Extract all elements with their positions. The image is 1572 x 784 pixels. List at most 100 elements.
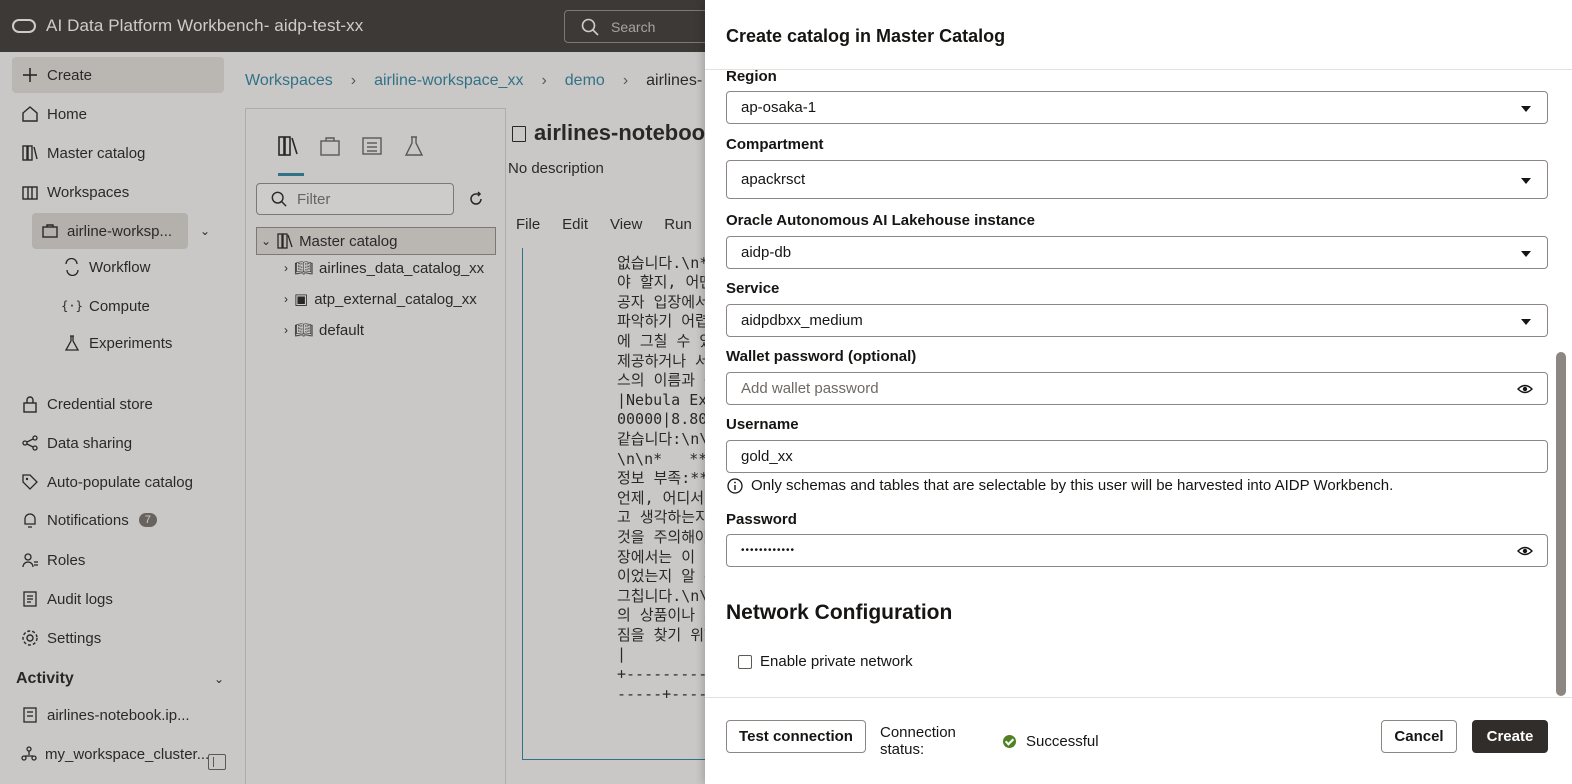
eye-icon[interactable] (1517, 544, 1533, 558)
region-label: Region (726, 68, 777, 85)
menu-run[interactable]: Run (664, 216, 692, 233)
network-configuration-title: Network Configuration (726, 601, 953, 624)
sidebar-item-experiments[interactable]: Experiments (54, 325, 224, 361)
catalog-icon (20, 143, 40, 163)
sidebar-item-data-sharing[interactable]: Data sharing (12, 425, 224, 461)
chevron-down-icon: ⌄ (261, 234, 272, 248)
sidebar-item-label: Master catalog (47, 144, 146, 162)
notebook-cell-output[interactable]: 없습니다.\n* 야 할지, 어떤 공자 입장에서 파악하기 어렵 에 그칠 수… (522, 248, 715, 760)
chevron-down-icon[interactable]: ⌄ (214, 672, 224, 686)
sidebar-item-settings[interactable]: Settings (12, 620, 224, 656)
drawer-scrollbar[interactable] (1556, 352, 1566, 696)
connection-status-label: Connection status: (880, 724, 956, 758)
compartment-select[interactable]: apackrsct (726, 160, 1548, 199)
wallet-password-field[interactable] (726, 372, 1548, 405)
collapse-sidebar-icon[interactable] (208, 754, 226, 770)
password-field[interactable]: •••••••••••• (726, 534, 1548, 567)
sidebar-item-master-catalog[interactable]: Master catalog (12, 135, 224, 171)
test-connection-button[interactable]: Test connection (726, 720, 866, 753)
wallet-password-input[interactable] (741, 380, 1481, 397)
chevron-down-icon[interactable]: ⌄ (200, 224, 210, 238)
tree-item-default[interactable]: › 📖︎ default (284, 321, 496, 340)
tree-item-label: atp_external_catalog_xx (314, 290, 477, 308)
breadcrumb-separator-icon: › (541, 72, 547, 89)
connection-status-value: Successful (1026, 733, 1099, 750)
sidebar-item-auto-populate-catalog[interactable]: Auto-populate catalog (12, 464, 224, 500)
search-icon (271, 191, 287, 207)
username-field[interactable]: gold_xx (726, 440, 1548, 473)
compute-icon: {·} (61, 299, 83, 313)
roles-icon (20, 550, 40, 570)
chevron-right-icon: › (284, 261, 288, 275)
refresh-icon[interactable] (468, 191, 484, 207)
breadcrumb-current: airlines- (646, 72, 703, 89)
book-icon: 📖︎ (294, 322, 314, 339)
menu-edit[interactable]: Edit (562, 216, 588, 233)
sidebar-item-label: airline-worksp... (67, 222, 173, 240)
breadcrumb-workspaces[interactable]: Workspaces (245, 72, 333, 90)
tree-item-master-catalog[interactable]: ⌄ Master catalog (256, 227, 496, 255)
menu-file[interactable]: File (516, 216, 540, 233)
menu-view[interactable]: View (610, 216, 642, 233)
region-select[interactable]: ap-osaka-1 (726, 91, 1548, 124)
create-label: Create (47, 66, 93, 84)
filter-box[interactable] (256, 183, 454, 215)
eye-icon[interactable] (1517, 382, 1533, 396)
notebook-menu: File Edit View Run (516, 216, 692, 233)
breadcrumb-demo[interactable]: demo (565, 72, 605, 90)
activity-item-cluster[interactable]: my_workspace_cluster... (12, 736, 209, 772)
username-value[interactable]: gold_xx (741, 448, 793, 465)
sidebar-item-label: Auto-populate catalog (47, 473, 193, 491)
sidebar-item-label: Notifications (47, 511, 129, 529)
sidebar-item-credential-store[interactable]: Credential store (12, 386, 224, 422)
success-check-icon (1003, 735, 1016, 748)
database-icon: ▣ (294, 291, 309, 308)
sidebar-item-label: Roles (47, 551, 86, 569)
instance-value: aidp-db (741, 244, 792, 261)
workspace-tab-icon[interactable] (318, 133, 342, 159)
flask-tab-icon[interactable] (402, 133, 426, 159)
chevron-right-icon: › (284, 323, 288, 337)
helper-text: Only schemas and tables that are selecta… (751, 477, 1394, 494)
oracle-logo-icon (12, 19, 36, 33)
cancel-button[interactable]: Cancel (1381, 720, 1457, 753)
tag-icon (20, 472, 40, 492)
notebook-icon (20, 705, 40, 725)
sidebar-item-workspaces[interactable]: Workspaces (12, 174, 224, 210)
caret-down-icon (1521, 106, 1531, 112)
lock-icon (20, 394, 40, 414)
create-catalog-button[interactable]: Create (1472, 720, 1548, 753)
breadcrumb-workspace[interactable]: airline-workspace_xx (374, 72, 523, 90)
filter-input[interactable] (297, 190, 437, 208)
sidebar-item-home[interactable]: Home (12, 96, 224, 132)
enable-private-network-checkbox[interactable]: Enable private network (738, 653, 913, 670)
sidebar-item-compute[interactable]: {·} Compute (54, 288, 224, 324)
briefcase-icon (40, 221, 60, 241)
username-label: Username (726, 416, 799, 433)
sidebar-item-label: Credential store (47, 395, 153, 413)
tree-item-atp-external-catalog[interactable]: › ▣ atp_external_catalog_xx (284, 290, 496, 309)
sidebar-item-audit-logs[interactable]: Audit logs (12, 581, 224, 617)
sidebar-item-label: Settings (47, 629, 102, 647)
code-output-text: 없습니다.\n* 야 할지, 어떤 공자 입장에서 파악하기 어렵 에 그칠 수… (617, 253, 715, 703)
activity-item-label: airlines-notebook.ip... (47, 706, 190, 724)
tree-item-label: Master catalog (299, 232, 398, 250)
instance-select[interactable]: aidp-db (726, 236, 1548, 269)
catalog-tab-icon[interactable] (276, 133, 300, 159)
sidebar-item-workspace-airline[interactable]: airline-worksp... (32, 213, 188, 249)
service-select[interactable]: aidpdbxx_medium (726, 304, 1548, 337)
sidebar-item-label: Workspaces (47, 183, 130, 201)
sidebar-item-roles[interactable]: Roles (12, 542, 224, 578)
tree-item-airlines-data-catalog[interactable]: › 📖︎ airlines_data_catalog_xx (284, 259, 496, 278)
password-value[interactable]: •••••••••••• (741, 545, 795, 556)
sidebar-item-notifications[interactable]: Notifications 7 (12, 502, 224, 538)
notebook-panel: airlines-notebook No description File Ed… (505, 108, 715, 784)
list-tab-icon[interactable] (360, 133, 384, 159)
checkbox-box[interactable] (738, 654, 752, 669)
sidebar-item-workflow[interactable]: Workflow (54, 249, 224, 285)
create-button[interactable]: Create (12, 57, 224, 93)
home-icon (20, 104, 40, 124)
activity-item-notebook[interactable]: airlines-notebook.ip... (12, 697, 224, 733)
cluster-icon (20, 744, 38, 764)
notification-count-badge: 7 (138, 513, 157, 527)
